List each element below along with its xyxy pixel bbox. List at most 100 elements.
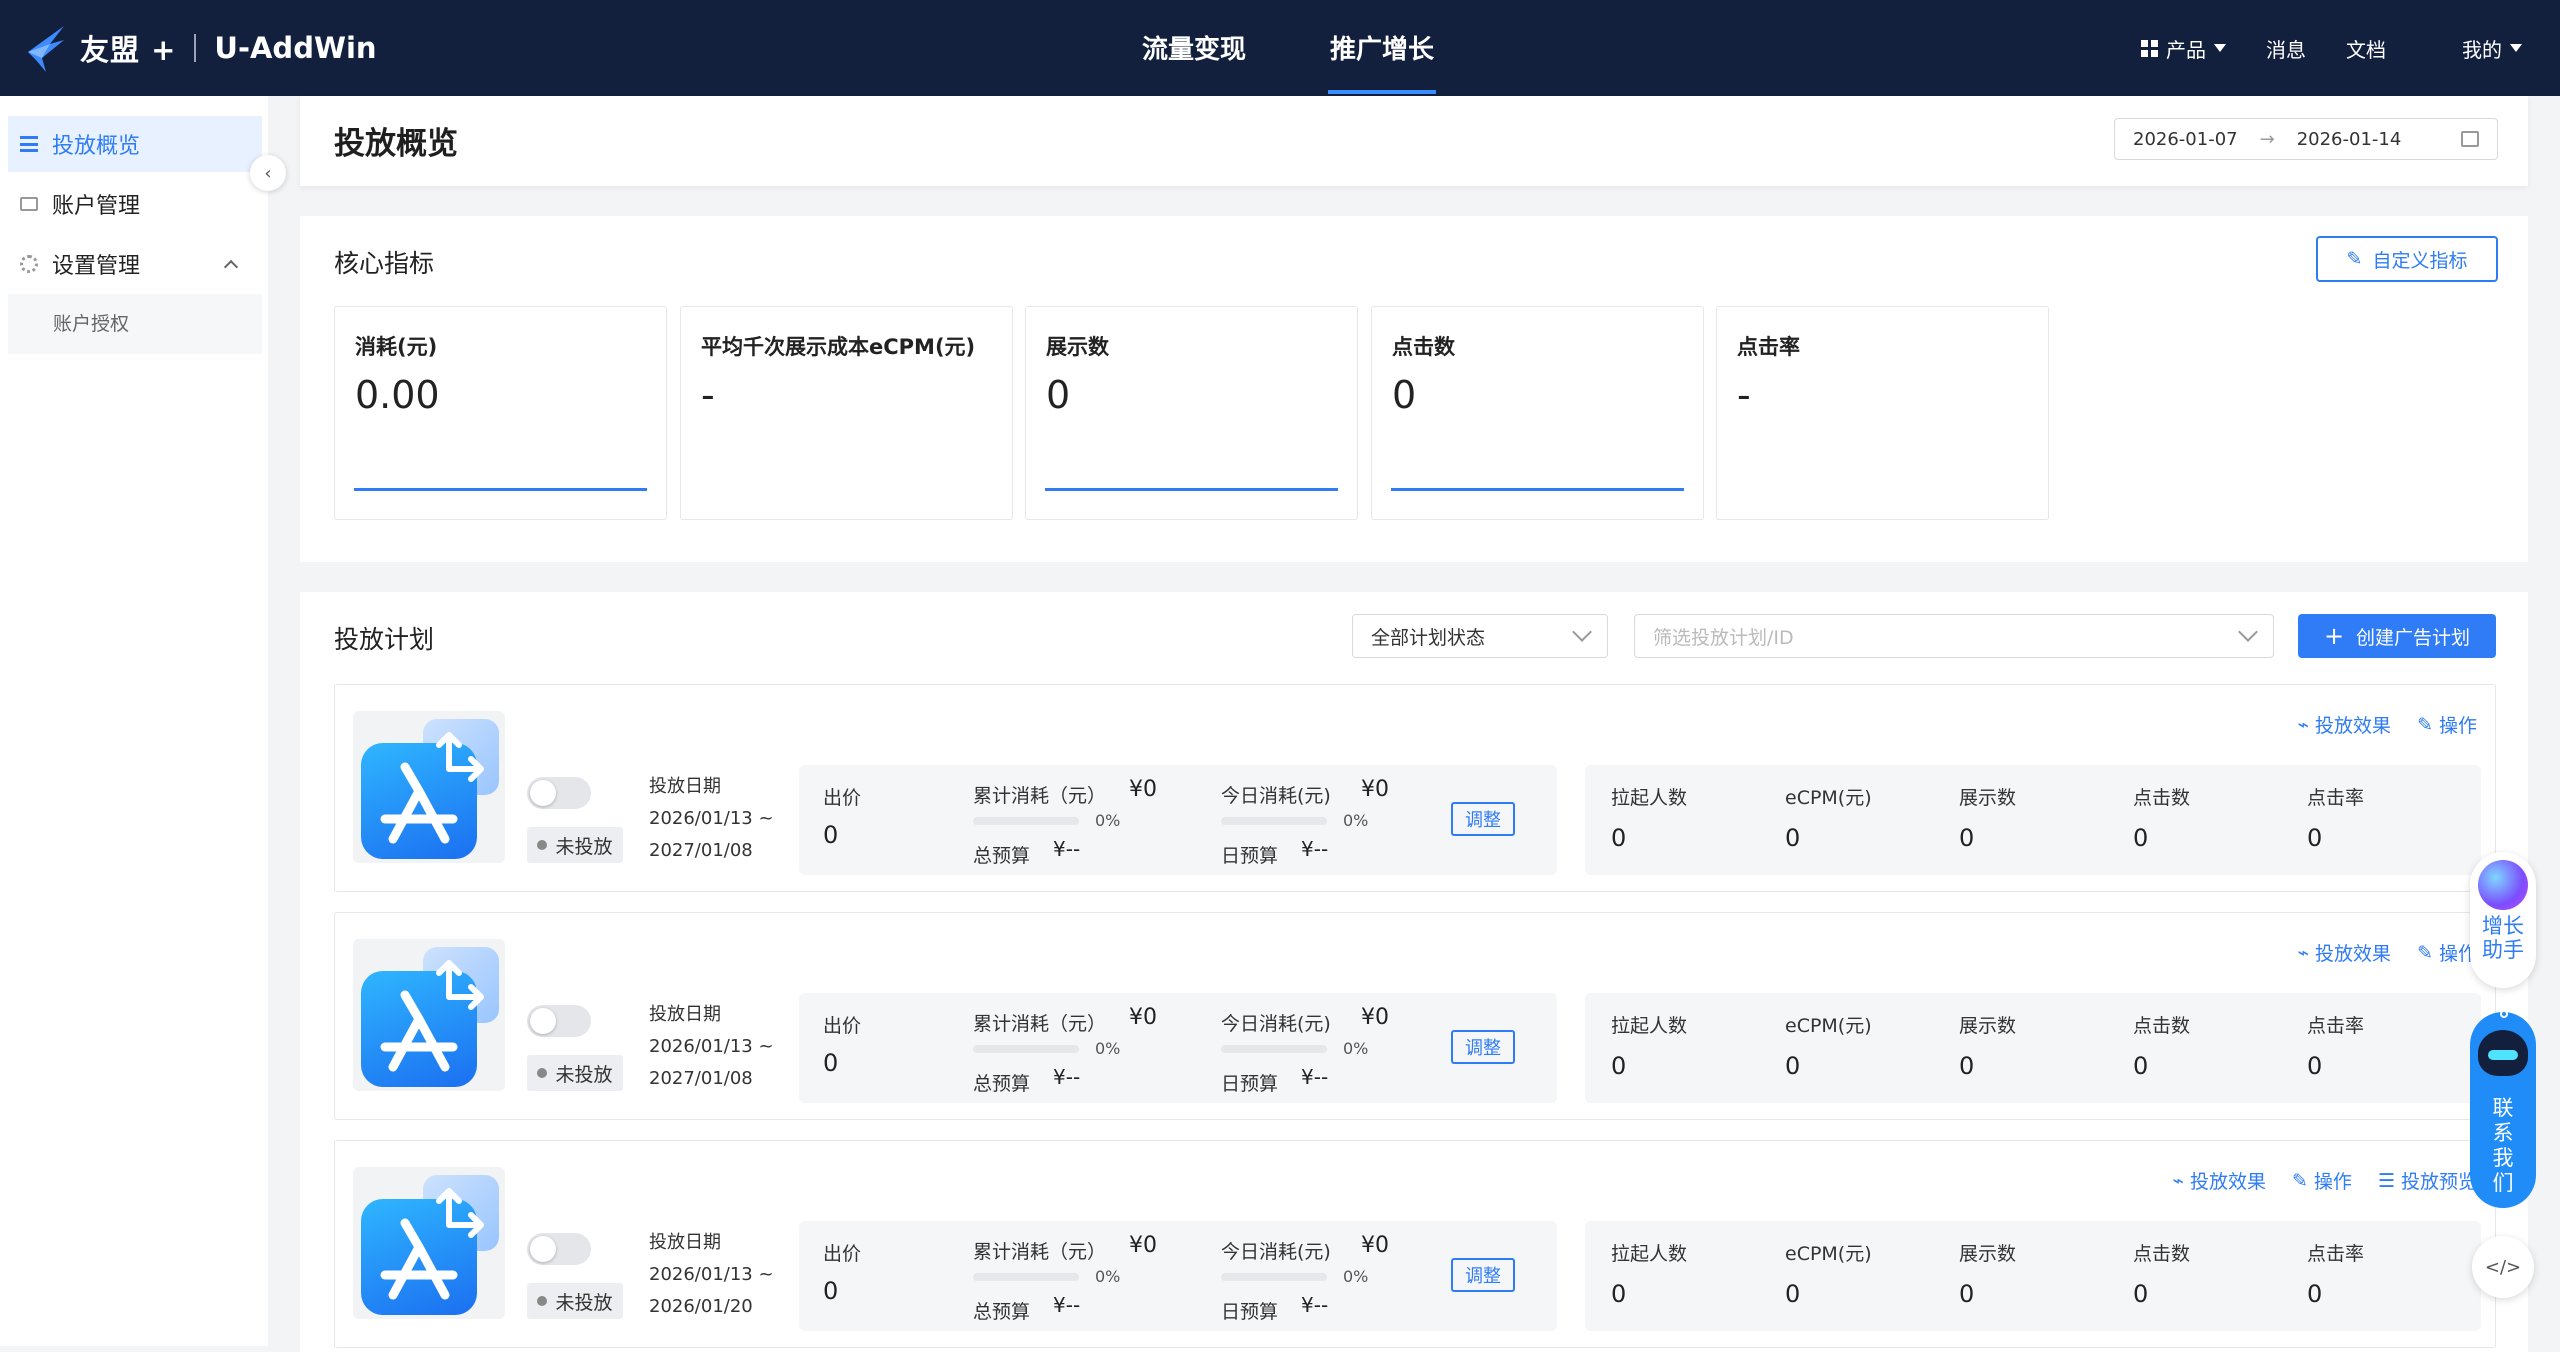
today-spend-percent: 0% — [1343, 1039, 1369, 1058]
arrow-right-icon: → — [2259, 128, 2275, 150]
total-budget-label: 总预算 — [973, 1073, 1031, 1095]
metric-value: - — [701, 373, 715, 417]
total-budget-label: 总预算 — [973, 1301, 1031, 1323]
metric-card-clicks: 点击数 0 — [1371, 306, 1704, 520]
mine-menu[interactable]: 我的 — [2462, 34, 2522, 63]
stat-value: 0 — [2133, 824, 2149, 852]
action-label: 投放预览 — [2400, 1171, 2477, 1193]
plan-status-select[interactable]: 全部计划状态 — [1352, 614, 1608, 658]
sidebar-item-account[interactable]: 账户管理 — [8, 176, 262, 232]
metric-label: 点击率 — [1737, 335, 1800, 359]
stat-impressions: 展示数 0 — [1959, 1239, 2016, 1308]
stat-label: 点击数 — [2133, 1243, 2191, 1265]
edit-action[interactable]: ✎ 操作 — [2417, 939, 2477, 966]
stat-label: eCPM(元) — [1785, 787, 1872, 809]
adjust-budget-button[interactable]: 调整 — [1451, 1030, 1515, 1064]
total-spend-percent: 0% — [1095, 1039, 1121, 1058]
stat-label: 点击数 — [2133, 1015, 2191, 1037]
plan-search-select[interactable]: 筛选投放计划/ID — [1634, 614, 2274, 658]
performance-panel: 拉起人数 0 eCPM(元) 0 展示数 0 点击数 0 点击率 0 — [1585, 993, 2481, 1103]
core-metrics-card: 核心指标 ✎ 自定义指标 消耗(元) 0.00 平均千次展示成本eCPM(元) … — [300, 216, 2528, 562]
row-actions: ⌁ 投放效果 ✎ 操作 — [2298, 711, 2477, 738]
date-start: 2026/01/13 ~ — [649, 1264, 774, 1285]
code-icon-button[interactable]: </> — [2472, 1236, 2534, 1298]
bid-value: 0 — [823, 1049, 839, 1077]
page-header: 投放概览 2026-01-07 → 2026-01-14 — [300, 96, 2528, 186]
today-spend-value: ¥0 — [1361, 777, 1389, 802]
chart-action[interactable]: ⌁ 投放效果 — [2298, 939, 2391, 966]
stat-value: 0 — [2307, 1052, 2323, 1080]
messages-label: 消息 — [2266, 37, 2306, 62]
total-budget-label: 总预算 — [973, 845, 1031, 867]
metric-value: 0 — [1046, 373, 1071, 417]
sidebar-item-label: 设置管理 — [52, 254, 141, 279]
chart-icon: ⌁ — [2172, 1169, 2184, 1192]
growth-assistant-label: 增长助手 — [2482, 914, 2524, 962]
preview-action[interactable]: ☰ 投放预览 — [2378, 1167, 2477, 1194]
chevron-down-icon — [2238, 622, 2258, 642]
preview-icon: ☰ — [2377, 1169, 2395, 1192]
total-spend-label: 累计消耗（元） — [973, 785, 1107, 807]
bid-value: 0 — [823, 1277, 839, 1305]
stat-label: 点击数 — [2133, 787, 2191, 809]
edit-action[interactable]: ✎ 操作 — [2417, 711, 2477, 738]
budget-panel: 出价 0 累计消耗（元） ¥0 0% 总预算 ¥-- 今日消耗(元) ¥0 0%… — [799, 765, 1557, 875]
stat-ecpm: eCPM(元) 0 — [1785, 1011, 1872, 1080]
docs-label: 文档 — [2346, 37, 2386, 62]
total-spend-label: 累计消耗（元） — [973, 1013, 1107, 1035]
plan-row: 未投放 投放日期 2026/01/13 ~ 2027/01/08 出价 0 累计… — [334, 684, 2496, 892]
brand-logo[interactable]: 友盟 + U-AddWin — [24, 22, 377, 74]
total-budget-value: ¥-- — [1053, 837, 1081, 861]
sidebar-item-overview[interactable]: 投放概览 — [8, 116, 262, 172]
products-label: 产品 — [2166, 37, 2206, 62]
stat-label: 展示数 — [1959, 787, 2017, 809]
stat-value: 0 — [1959, 1280, 1975, 1308]
sidebar-item-settings[interactable]: 设置管理 — [8, 236, 262, 292]
docs-link[interactable]: 文档 — [2346, 34, 2386, 63]
contact-us-button[interactable]: 联系我们 — [2470, 1010, 2536, 1208]
stat-launches: 拉起人数 0 — [1611, 1239, 1687, 1308]
date-label: 投放日期 — [649, 1004, 721, 1025]
stat-ecpm: eCPM(元) 0 — [1785, 1239, 1872, 1308]
nav-promotion-growth[interactable]: 推广增长 — [1328, 0, 1437, 96]
main-nav: 流量变现 推广增长 — [1140, 0, 1437, 96]
date-end: 2027/01/08 — [649, 840, 753, 861]
nav-traffic-monetization[interactable]: 流量变现 — [1140, 0, 1248, 96]
date-label: 投放日期 — [649, 776, 721, 797]
adjust-budget-button[interactable]: 调整 — [1451, 802, 1515, 836]
create-ad-plan-button[interactable]: + 创建广告计划 — [2298, 614, 2496, 658]
umeng-bird-icon — [28, 26, 64, 72]
products-menu[interactable]: 产品 — [2141, 34, 2226, 63]
adjust-budget-button[interactable]: 调整 — [1451, 1258, 1515, 1292]
date-range-picker[interactable]: 2026-01-07 → 2026-01-14 — [2114, 118, 2498, 160]
messages-link[interactable]: 消息 — [2266, 34, 2306, 63]
total-spend-value: ¥0 — [1129, 1005, 1157, 1030]
product-name: U-AddWin — [214, 31, 377, 65]
growth-assistant-button[interactable]: 增长助手 — [2470, 852, 2536, 988]
action-label: 投放效果 — [2315, 943, 2392, 965]
stat-impressions: 展示数 0 — [1959, 783, 2016, 852]
budget-panel: 出价 0 累计消耗（元） ¥0 0% 总预算 ¥-- 今日消耗(元) ¥0 0%… — [799, 993, 1557, 1103]
chevron-up-icon — [223, 259, 239, 275]
date-end: 2026-01-14 — [2296, 128, 2402, 150]
custom-metrics-button[interactable]: ✎ 自定义指标 — [2316, 236, 2498, 282]
edit-action[interactable]: ✎ 操作 — [2292, 1167, 2352, 1194]
daily-budget-label: 日预算 — [1221, 845, 1279, 867]
collapse-sidebar-button[interactable]: ‹ — [250, 155, 286, 191]
plan-toggle-switch[interactable] — [527, 1233, 591, 1265]
plan-toggle-switch[interactable] — [527, 1005, 591, 1037]
plan-date-block: 投放日期 2026/01/13 ~ 2027/01/08 — [649, 999, 774, 1095]
today-spend-label: 今日消耗(元) — [1221, 1013, 1331, 1035]
metric-trend-line — [354, 488, 647, 491]
chart-action[interactable]: ⌁ 投放效果 — [2173, 1167, 2266, 1194]
plan-toggle-switch[interactable] — [527, 777, 591, 809]
row-actions: ⌁ 投放效果 ✎ 操作 ☰ 投放预览 — [2173, 1167, 2477, 1194]
app-store-icon — [353, 939, 505, 1091]
stat-label: 点击率 — [2307, 1015, 2365, 1037]
metric-label: 消耗(元) — [355, 335, 438, 359]
metric-trend-line — [1391, 488, 1684, 491]
brand-name: 友盟 + — [80, 33, 177, 67]
stat-label: 展示数 — [1959, 1243, 2017, 1265]
chart-action[interactable]: ⌁ 投放效果 — [2298, 711, 2391, 738]
sidebar-subitem-authorization[interactable]: 账户授权 — [8, 294, 262, 354]
